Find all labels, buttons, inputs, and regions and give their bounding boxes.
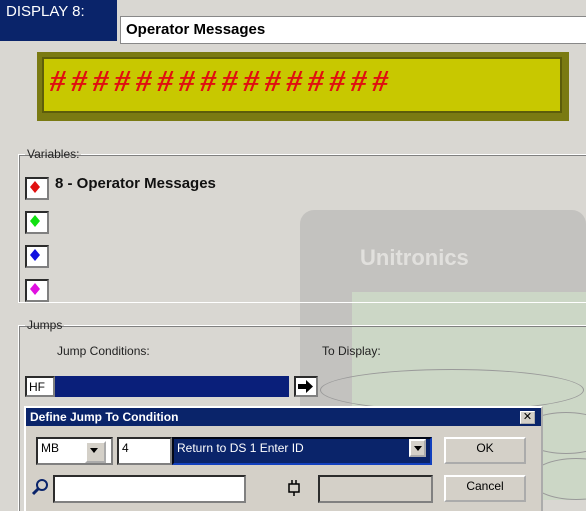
chevron-down-icon[interactable] [409, 439, 426, 457]
variable-button-1[interactable] [25, 177, 49, 200]
search-icon[interactable] [30, 477, 50, 497]
display-number-label: DISPLAY 8: [0, 0, 117, 41]
variables-legend: Variables: [27, 147, 80, 161]
chevron-down-icon[interactable] [85, 441, 106, 463]
linked-display-field [318, 475, 433, 503]
lcd-text: ################ [42, 57, 562, 113]
variable-1-label: 8 - Operator Messages [55, 175, 216, 192]
ok-button[interactable]: OK [444, 437, 526, 464]
lcd-preview: ################ [37, 52, 569, 121]
to-display-slot-1[interactable] [320, 369, 584, 411]
search-input[interactable] [53, 475, 246, 503]
right-arrow-icon [298, 380, 313, 393]
operand-type-select[interactable]: MB [36, 437, 113, 465]
operand-description-select[interactable]: Return to DS 1 Enter ID [172, 437, 432, 465]
variable-button-3[interactable] [25, 245, 49, 268]
operand-number-field[interactable]: 4 [117, 437, 172, 465]
jump-arrow-button[interactable] [294, 376, 318, 397]
title-bar: DISPLAY 8: Operator Messages [0, 0, 586, 46]
operand-type-value: MB [41, 441, 59, 455]
variables-group: Variables: [18, 147, 586, 303]
dialog-title: Define Jump To Condition [26, 408, 541, 426]
plug-icon [288, 480, 300, 496]
display-editor-panel: Unitronics DISPLAY 8: Operator Messages … [0, 0, 586, 511]
contact-icon[interactable]: HF [25, 376, 55, 397]
cancel-button[interactable]: Cancel [444, 475, 526, 502]
green-diamond-icon [30, 215, 40, 227]
close-icon[interactable]: ✕ [520, 411, 535, 424]
display-name-field[interactable]: Operator Messages [120, 16, 586, 44]
jump-condition-field[interactable] [55, 376, 289, 397]
operand-description-value: Return to DS 1 Enter ID [177, 441, 304, 455]
define-jump-dialog: Define Jump To Condition ✕ MB 4 Return t… [24, 406, 543, 511]
jump-conditions-label: Jump Conditions: [57, 344, 150, 358]
blue-diamond-icon [30, 249, 40, 261]
red-diamond-icon [30, 181, 40, 193]
variable-button-2[interactable] [25, 211, 49, 234]
to-display-label: To Display: [322, 344, 381, 358]
jumps-legend: Jumps [27, 318, 63, 332]
variable-button-4[interactable] [25, 279, 49, 302]
magenta-diamond-icon [30, 283, 40, 295]
